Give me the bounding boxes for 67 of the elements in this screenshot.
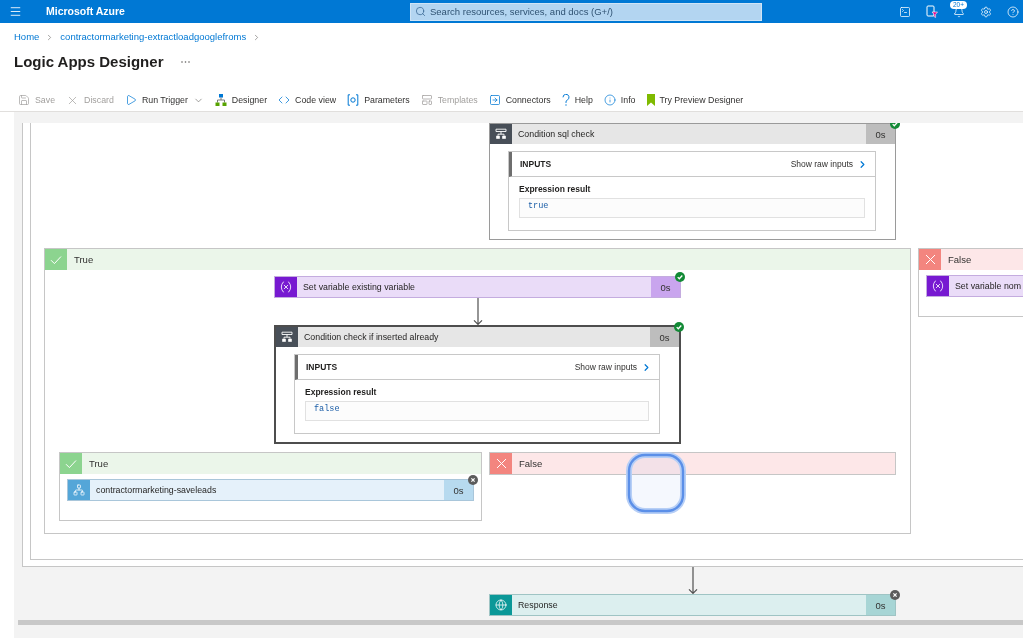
connector-arrow — [472, 298, 483, 325]
globe-icon — [490, 595, 512, 615]
action-title: Response — [518, 599, 558, 611]
help-button[interactable]: Help — [561, 92, 593, 108]
hierarchy-icon — [68, 480, 90, 500]
breadcrumb-link[interactable]: Home — [14, 30, 40, 44]
breadcrumb-link[interactable]: contractormarketing-extractloadgooglefroms — [60, 30, 247, 44]
branch-label: False — [948, 253, 972, 266]
info-button[interactable]: Info — [603, 92, 636, 108]
connectors-button[interactable]: Connectors — [488, 92, 551, 108]
horizontal-scrollbar[interactable] — [18, 620, 1023, 625]
click-indicator-icon — [625, 451, 687, 515]
brand-name: Microsoft Azure — [46, 5, 125, 18]
search-icon — [415, 5, 426, 17]
action-title: Set variable existing variable — [303, 281, 415, 293]
designer-button[interactable]: Designer — [214, 92, 268, 108]
search-field[interactable]: Search resources, services, and docs (G+/) — [410, 2, 762, 21]
menu-icon[interactable] — [9, 5, 22, 18]
help-icon — [561, 94, 570, 106]
inputs-heading: INPUTS — [306, 361, 338, 373]
play-icon — [124, 94, 137, 106]
run-button[interactable]: Run Trigger — [124, 92, 204, 108]
result-value: true — [519, 198, 865, 218]
result-value: false — [305, 401, 649, 421]
filter-icon[interactable] — [926, 5, 938, 18]
duration-label: 0s — [650, 327, 679, 347]
duration-label: 0s — [444, 480, 473, 500]
code-icon — [278, 94, 291, 106]
brackets-icon — [347, 94, 360, 106]
hierarchy-icon — [214, 94, 227, 106]
action-title: Condition check if inserted already — [304, 331, 439, 343]
info-icon — [603, 94, 616, 106]
branch-header[interactable]: False — [919, 249, 1023, 270]
variable-icon — [927, 276, 949, 296]
settings-icon[interactable] — [980, 5, 992, 18]
branch-header[interactable]: True — [45, 249, 910, 270]
raw-inputs-link[interactable]: Show raw inputs — [790, 158, 868, 170]
branch-label: True — [74, 253, 94, 266]
action-title: contractormarketing-saveleads — [96, 484, 217, 496]
bookmark-icon — [646, 94, 655, 106]
duration-label: 0s — [651, 277, 680, 297]
page-title: Logic Apps Designer — [14, 52, 164, 72]
field-label: Expression result — [519, 184, 591, 195]
raw-inputs-link[interactable]: Show raw inputs — [574, 361, 652, 373]
action-title: Set variable nom — [955, 280, 1021, 292]
action-card[interactable]: Set variable nom — [926, 275, 1023, 297]
terminal-icon[interactable] — [899, 5, 911, 18]
help-icon[interactable] — [1007, 5, 1019, 18]
branch-header[interactable]: True — [60, 453, 481, 474]
template-icon — [420, 94, 433, 106]
variable-icon — [275, 277, 297, 297]
branch-label: False — [519, 457, 543, 470]
code-button[interactable]: Code view — [278, 92, 337, 108]
duration-label: 0s — [866, 595, 895, 615]
branch-label: True — [89, 457, 109, 470]
connector-arrow — [687, 567, 698, 594]
preview-button[interactable]: Try Preview Designer — [646, 92, 744, 108]
arrow-box-icon — [488, 94, 501, 106]
parameters-button[interactable]: Parameters — [347, 92, 410, 108]
branch-header[interactable]: False — [490, 453, 895, 474]
duration-label: 0s — [866, 124, 895, 144]
action-title: Condition sql check — [518, 128, 595, 140]
inputs-heading: INPUTS — [520, 158, 552, 170]
action-card[interactable]: Condition check if inserted already 0s INPUTS Show raw inputs Expression result false — [274, 325, 681, 444]
field-label: Expression result — [305, 387, 377, 398]
condition-icon — [276, 327, 298, 347]
save-icon — [18, 94, 30, 106]
